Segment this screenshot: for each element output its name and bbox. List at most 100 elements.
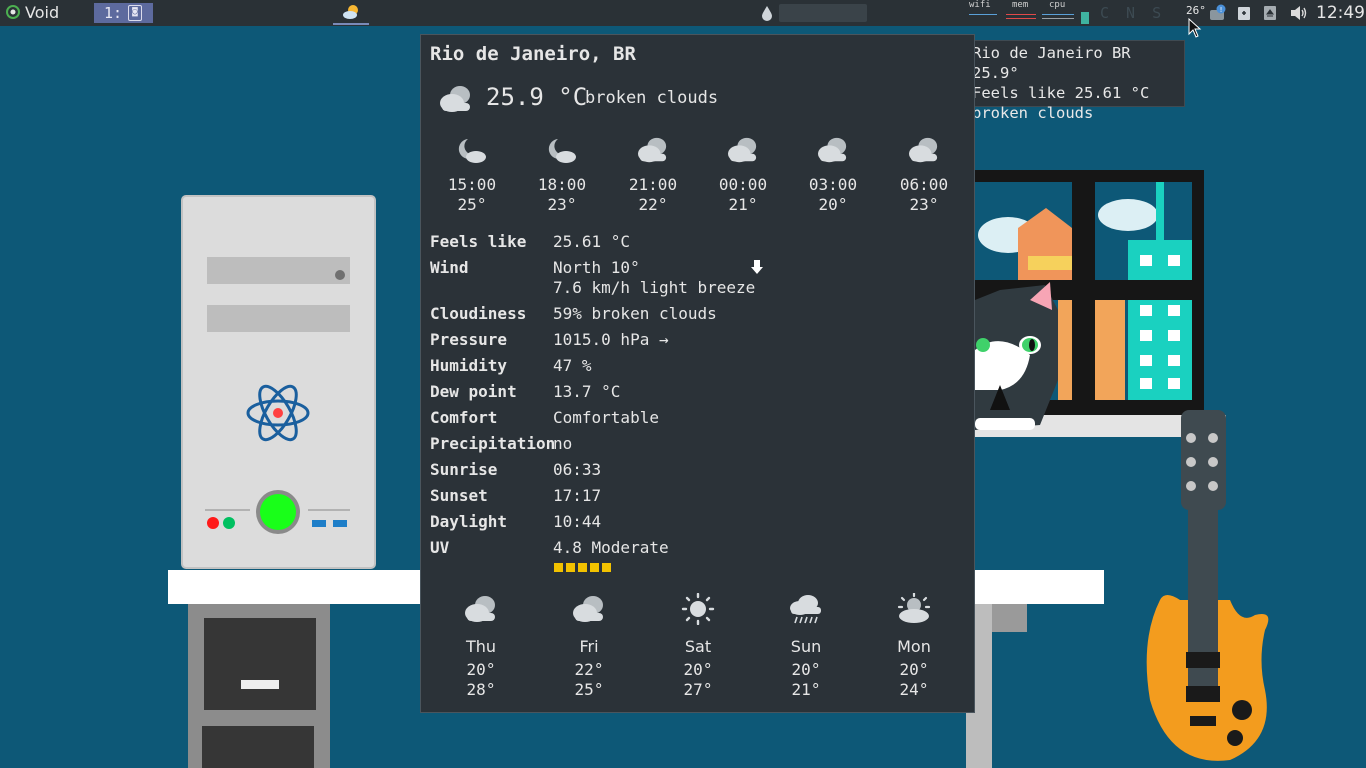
detail-value: 4.8 Moderate (553, 538, 669, 557)
detail-label: Feels like (430, 232, 527, 251)
daily-low-temp: 20° (466, 660, 496, 679)
moon-cloud-icon (548, 139, 576, 163)
volume-icon[interactable] (1290, 5, 1308, 21)
hourly-temp: 23° (547, 195, 577, 214)
cpu-monitor-graph-2 (1042, 18, 1074, 19)
tooltip-line-location: Rio de Janeiro BR 25.9° (972, 44, 1131, 82)
daily-low-temp: 20° (791, 660, 821, 679)
hourly-time: 15:00 (447, 175, 497, 194)
sun-cloud-icon (897, 591, 931, 623)
top-panel: Void 1: ◙ wifi mem cpu C N S 26° ! 12:49 (0, 0, 1366, 26)
detail-label: Pressure (430, 330, 508, 349)
hourly-forecast-item: 00:00 21° (708, 135, 778, 215)
lock-key-indicator: C N S (1100, 4, 1166, 22)
broken-clouds-icon (909, 137, 938, 163)
daily-day-name: Fri (579, 637, 599, 656)
broken-clouds-icon (573, 596, 603, 622)
detail-label: Dew point (430, 382, 517, 401)
detail-label: Wind (430, 258, 469, 277)
detail-label: Daylight (430, 512, 508, 531)
daily-forecast-item: Sat 20° 27° (663, 592, 733, 700)
daily-forecast-item: Sun 20° 21° (771, 593, 841, 700)
detail-label: Sunset (430, 486, 488, 505)
tooltip-line-feels-like: Feels like 25.61 °C (972, 84, 1150, 102)
daily-day-name: Mon (897, 637, 931, 656)
detail-value: 17:17 (553, 486, 602, 505)
daily-forecast-item: Fri 22° 25° (554, 593, 624, 700)
app-menu-label[interactable]: Void (25, 3, 59, 22)
detail-value: 25.61 °C (553, 232, 631, 251)
wifi-monitor-label: wifi (969, 0, 991, 10)
panel-clock[interactable]: 12:49 (1316, 3, 1365, 23)
daily-day-name: Thu (465, 637, 497, 656)
detail-value: 59% broken clouds (553, 304, 717, 323)
hourly-time: 03:00 (808, 175, 858, 194)
clipboard-icon[interactable] (1237, 5, 1251, 21)
mem-monitor-label: mem (1012, 0, 1029, 10)
daily-day-name: Sun (790, 637, 822, 656)
detail-value: North 10° (553, 258, 640, 277)
taskbar-weather-app[interactable] (333, 0, 369, 26)
detail-label: Sunrise (430, 460, 498, 479)
detail-value: 10:44 (553, 512, 602, 531)
rain-icon (790, 595, 821, 624)
detail-label: Precipitation (430, 434, 556, 453)
uv-level-box (554, 563, 563, 572)
hourly-forecast-item: 15:00 25° (437, 135, 507, 215)
uv-level-box (590, 563, 599, 572)
detail-label: Comfort (430, 408, 498, 427)
broken-clouds-icon (638, 137, 667, 163)
hourly-temp: 21° (728, 195, 758, 214)
detail-label: Humidity (430, 356, 508, 375)
broken-clouds-icon (728, 137, 757, 163)
daily-high-temp: 21° (791, 680, 821, 699)
detail-value-secondary: 7.6 km/h light breeze (553, 278, 756, 297)
detail-value: 13.7 °C (553, 382, 621, 401)
detail-value: 06:33 (553, 460, 602, 479)
weather-popup: Rio de Janeiro, BR 25.9 °C broken clouds… (420, 34, 975, 713)
sun-icon (681, 592, 715, 626)
detail-label: Cloudiness (430, 304, 527, 323)
hourly-time: 21:00 (628, 175, 678, 194)
detail-value: 47 % (553, 356, 592, 375)
current-description: broken clouds (585, 88, 719, 108)
eject-icon[interactable] (1263, 5, 1277, 21)
daily-forecast-item: Thu 20° 28° (446, 593, 516, 700)
daily-high-temp: 27° (683, 680, 713, 699)
detail-label: UV (430, 538, 450, 557)
workspace-button[interactable]: 1: ◙ (94, 3, 153, 23)
hourly-forecast-item: 18:00 23° (527, 135, 597, 215)
active-task-indicator (333, 23, 369, 25)
uv-level-box (602, 563, 611, 572)
daily-low-temp: 22° (574, 660, 604, 679)
document-icon: ◙ (128, 5, 142, 21)
daily-forecast-item: Mon 20° 24° (879, 591, 949, 700)
hourly-time: 00:00 (718, 175, 768, 194)
mem-monitor-graph (1006, 14, 1036, 15)
hourly-time: 18:00 (537, 175, 587, 194)
notification-icon[interactable]: ! (1208, 4, 1228, 22)
wind-direction-arrow-icon (751, 260, 763, 274)
detail-value: no (553, 434, 573, 453)
daily-low-temp: 20° (899, 660, 929, 679)
detail-value: Comfortable (553, 408, 659, 427)
tray-weather-temp[interactable]: 26° (1186, 4, 1206, 17)
mem-monitor-graph-2 (1006, 18, 1036, 19)
daily-high-temp: 28° (466, 680, 496, 699)
detail-value: 1015.0 hPa → (553, 330, 669, 349)
broken-clouds-icon (440, 86, 470, 112)
hourly-forecast-item: 06:00 23° (889, 135, 959, 215)
daily-high-temp: 25° (574, 680, 604, 699)
current-temperature: 25.9 °C (486, 83, 588, 111)
broken-clouds-icon (818, 137, 847, 163)
wifi-monitor[interactable]: wifi (969, 0, 997, 15)
weather-app-icon (343, 5, 358, 19)
void-logo-icon[interactable] (6, 5, 20, 19)
hourly-time: 06:00 (899, 175, 949, 194)
hourly-forecast-item: 21:00 22° (618, 135, 688, 215)
location-title: Rio de Janeiro, BR (430, 43, 636, 65)
daily-low-temp: 20° (683, 660, 713, 679)
panel-level-bar[interactable] (779, 4, 867, 22)
hourly-temp: 25° (457, 195, 487, 214)
hourly-temp: 20° (818, 195, 848, 214)
